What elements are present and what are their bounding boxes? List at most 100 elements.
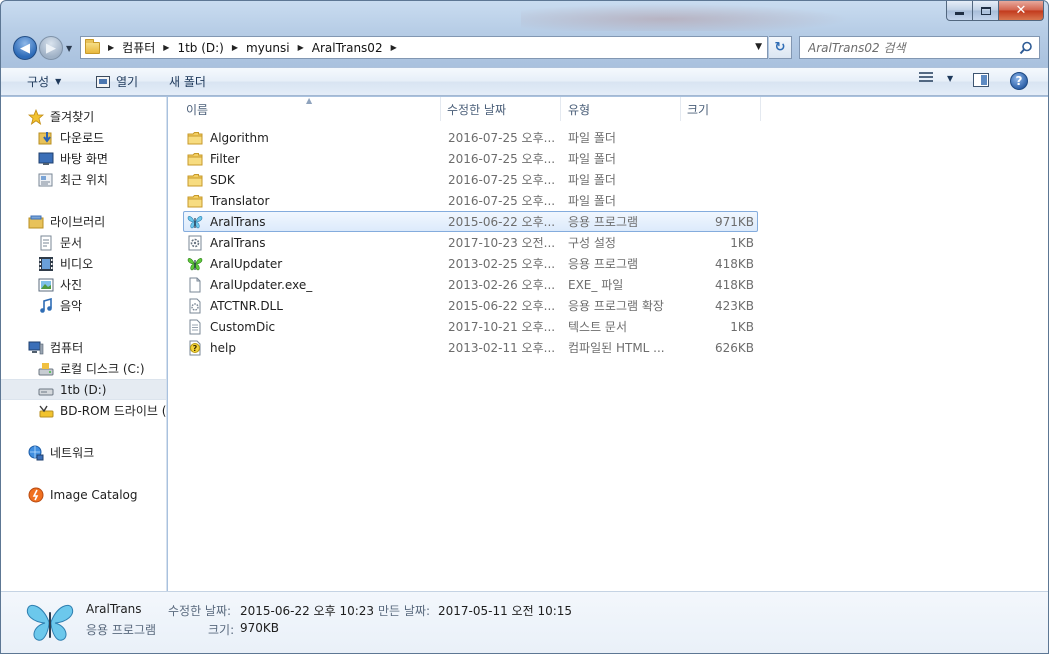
nav-recent-places[interactable]: 최근 위치 bbox=[1, 169, 166, 190]
help-icon[interactable]: ? bbox=[1010, 72, 1028, 90]
window-controls: ✕ bbox=[946, 1, 1044, 21]
breadcrumb-drive[interactable]: 1tb (D:) bbox=[177, 41, 223, 55]
details-created-value: 2017-05-11 오전 10:15 bbox=[438, 604, 573, 618]
nav-desktop[interactable]: 바탕 화면 bbox=[1, 148, 166, 169]
nav-bd-rom[interactable]: BD-ROM 드라이브 ( bbox=[1, 400, 166, 421]
back-button[interactable]: ◀ bbox=[13, 36, 37, 60]
file-name-cell[interactable]: ? help bbox=[184, 340, 448, 356]
nav-label: 즐겨찾기 bbox=[50, 110, 95, 124]
refresh-button[interactable]: ↻ bbox=[769, 36, 792, 59]
file-date: 2013-02-26 오후... bbox=[448, 278, 556, 292]
maximize-button[interactable] bbox=[973, 1, 999, 21]
column-date-label: 수정한 날짜 bbox=[447, 102, 507, 117]
file-name-cell[interactable]: Translator bbox=[184, 193, 448, 209]
forward-button[interactable]: ▶ bbox=[39, 36, 63, 60]
file-date: 2013-02-11 오후... bbox=[448, 341, 556, 355]
details-size-label: 크기: bbox=[208, 623, 235, 637]
details-file-type: 응용 프로그램 bbox=[86, 623, 157, 637]
file-row[interactable]: AralTrans 2015-06-22 오후... 응용 프로그램 971KB bbox=[183, 211, 758, 232]
open-icon bbox=[96, 75, 110, 88]
new-folder-button[interactable]: 새 폴더 bbox=[163, 71, 212, 93]
column-name[interactable]: ▲ 이름 bbox=[168, 96, 441, 121]
new-folder-label: 새 폴더 bbox=[169, 75, 206, 89]
file-name-cell[interactable]: Algorithm bbox=[184, 130, 448, 146]
file-type: 컴파일된 HTML ... bbox=[568, 341, 665, 355]
breadcrumb-myunsi[interactable]: myunsi bbox=[246, 41, 290, 55]
chevron-right-icon[interactable]: ▶ bbox=[232, 43, 238, 52]
search-input[interactable] bbox=[808, 40, 1018, 55]
image-catalog-group: Image Catalog bbox=[1, 484, 166, 505]
views-icon bbox=[919, 72, 933, 84]
file-name-cell[interactable]: CustomDic bbox=[184, 319, 448, 335]
chevron-down-icon: ▼ bbox=[55, 77, 62, 86]
sort-ascending-icon: ▲ bbox=[306, 96, 313, 105]
organize-button[interactable]: 구성 ▼ bbox=[21, 71, 67, 93]
file-row[interactable]: AralUpdater.exe_ 2013-02-26 오후... EXE_ 파일 4… bbox=[183, 274, 758, 295]
file-type: 응용 프로그램 bbox=[568, 257, 639, 271]
chevron-right-icon[interactable]: ▶ bbox=[391, 43, 397, 52]
search-box[interactable] bbox=[799, 36, 1040, 59]
nav-label: 비디오 bbox=[60, 257, 94, 271]
folder-icon bbox=[187, 151, 203, 167]
breadcrumb-araltrans02[interactable]: AralTrans02 bbox=[312, 41, 383, 55]
recent-pages-dropdown[interactable]: ▼ bbox=[66, 44, 72, 53]
nav-pictures[interactable]: 사진 bbox=[1, 274, 166, 295]
navigation-pane[interactable]: 즐겨찾기 다운로드 바탕 화면 최근 위치 라이브러리 문서 비디오 사진 음악… bbox=[1, 97, 167, 591]
minimize-button[interactable] bbox=[946, 1, 973, 21]
preview-pane-icon[interactable] bbox=[973, 73, 989, 87]
address-dropdown-icon[interactable]: ▼ bbox=[755, 42, 762, 52]
file-name-cell[interactable]: SDK bbox=[184, 172, 448, 188]
file-row[interactable]: SDK 2016-07-25 오후... 파일 폴더 bbox=[183, 169, 758, 190]
file-name-cell[interactable]: AralUpdater.exe_ bbox=[184, 277, 448, 293]
nav-downloads[interactable]: 다운로드 bbox=[1, 127, 166, 148]
file-row[interactable]: AralTrans 2017-10-23 오전... 구성 설정 1KB bbox=[183, 232, 758, 253]
nav-network[interactable]: 네트워크 bbox=[1, 442, 166, 463]
address-bar[interactable]: ▶ 컴퓨터 ▶ 1tb (D:) ▶ myunsi ▶ AralTrans02 … bbox=[80, 36, 768, 59]
breadcrumb-computer[interactable]: 컴퓨터 bbox=[122, 39, 155, 56]
recent-places-icon bbox=[38, 172, 54, 188]
chevron-right-icon[interactable]: ▶ bbox=[108, 43, 114, 52]
file-row[interactable]: Filter 2016-07-25 오후... 파일 폴더 bbox=[183, 148, 758, 169]
details-pane: AralTrans 응용 프로그램 수정한 날짜: 2015-06-22 오후 … bbox=[1, 591, 1048, 653]
file-size: 418KB bbox=[714, 277, 754, 292]
nav-image-catalog[interactable]: Image Catalog bbox=[1, 484, 166, 505]
file-list-pane[interactable]: ▲ 이름 수정한 날짜 유형 크기 Algorithm 2016-07-25 오후… bbox=[168, 96, 1048, 591]
column-type[interactable]: 유형 bbox=[561, 97, 681, 121]
nav-drive-d[interactable]: 1tb (D:) bbox=[1, 379, 166, 400]
open-button[interactable]: 열기 bbox=[90, 71, 144, 93]
nav-videos[interactable]: 비디오 bbox=[1, 253, 166, 274]
close-button[interactable]: ✕ bbox=[999, 1, 1044, 21]
file-row[interactable]: ? help 2013-02-11 오후... 컴파일된 HTML ... 626KB bbox=[183, 337, 758, 358]
file-row[interactable]: CustomDic 2017-10-21 오후... 텍스트 문서 1KB bbox=[183, 316, 758, 337]
command-bar: 구성 ▼ 열기 새 폴더 ▼ ? bbox=[1, 67, 1048, 96]
folder-icon bbox=[187, 193, 203, 209]
chevron-right-icon[interactable]: ▶ bbox=[298, 43, 304, 52]
file-name-cell[interactable]: AralTrans bbox=[184, 214, 448, 230]
views-button[interactable]: ▼ bbox=[919, 72, 953, 84]
column-date[interactable]: 수정한 날짜 bbox=[441, 97, 561, 121]
file-size: 423KB bbox=[714, 298, 754, 313]
chevron-down-icon[interactable]: ▼ bbox=[947, 74, 953, 83]
nav-local-disk-c[interactable]: 로컬 디스크 (C:) bbox=[1, 358, 166, 379]
file-row[interactable]: ATCTNR.DLL 2015-06-22 오후... 응용 프로그램 확장 423K… bbox=[183, 295, 758, 316]
file-row[interactable]: AralUpdater 2013-02-25 오후... 응용 프로그램 418KB bbox=[183, 253, 758, 274]
search-icon[interactable] bbox=[1019, 41, 1033, 55]
drive-icon bbox=[38, 382, 54, 398]
nav-libraries[interactable]: 라이브러리 bbox=[1, 211, 166, 232]
folder-icon bbox=[187, 172, 203, 188]
file-row[interactable]: Algorithm 2016-07-25 오후... 파일 폴더 bbox=[183, 127, 758, 148]
nav-documents[interactable]: 문서 bbox=[1, 232, 166, 253]
file-name-cell[interactable]: Filter bbox=[184, 151, 448, 167]
file-row[interactable]: Translator 2016-07-25 오후... 파일 폴더 bbox=[183, 190, 758, 211]
column-size[interactable]: 크기 bbox=[681, 97, 761, 121]
file-name: help bbox=[210, 340, 236, 355]
file-name-cell[interactable]: AralTrans bbox=[184, 235, 448, 251]
file-date: 2016-07-25 오후... bbox=[448, 173, 556, 187]
nav-music[interactable]: 음악 bbox=[1, 295, 166, 316]
chevron-right-icon[interactable]: ▶ bbox=[163, 43, 169, 52]
nav-favorites[interactable]: 즐겨찾기 bbox=[1, 106, 166, 127]
library-icon bbox=[28, 214, 44, 230]
nav-computer[interactable]: 컴퓨터 bbox=[1, 337, 166, 358]
file-name-cell[interactable]: AralUpdater bbox=[184, 256, 448, 272]
file-name-cell[interactable]: ATCTNR.DLL bbox=[184, 298, 448, 314]
